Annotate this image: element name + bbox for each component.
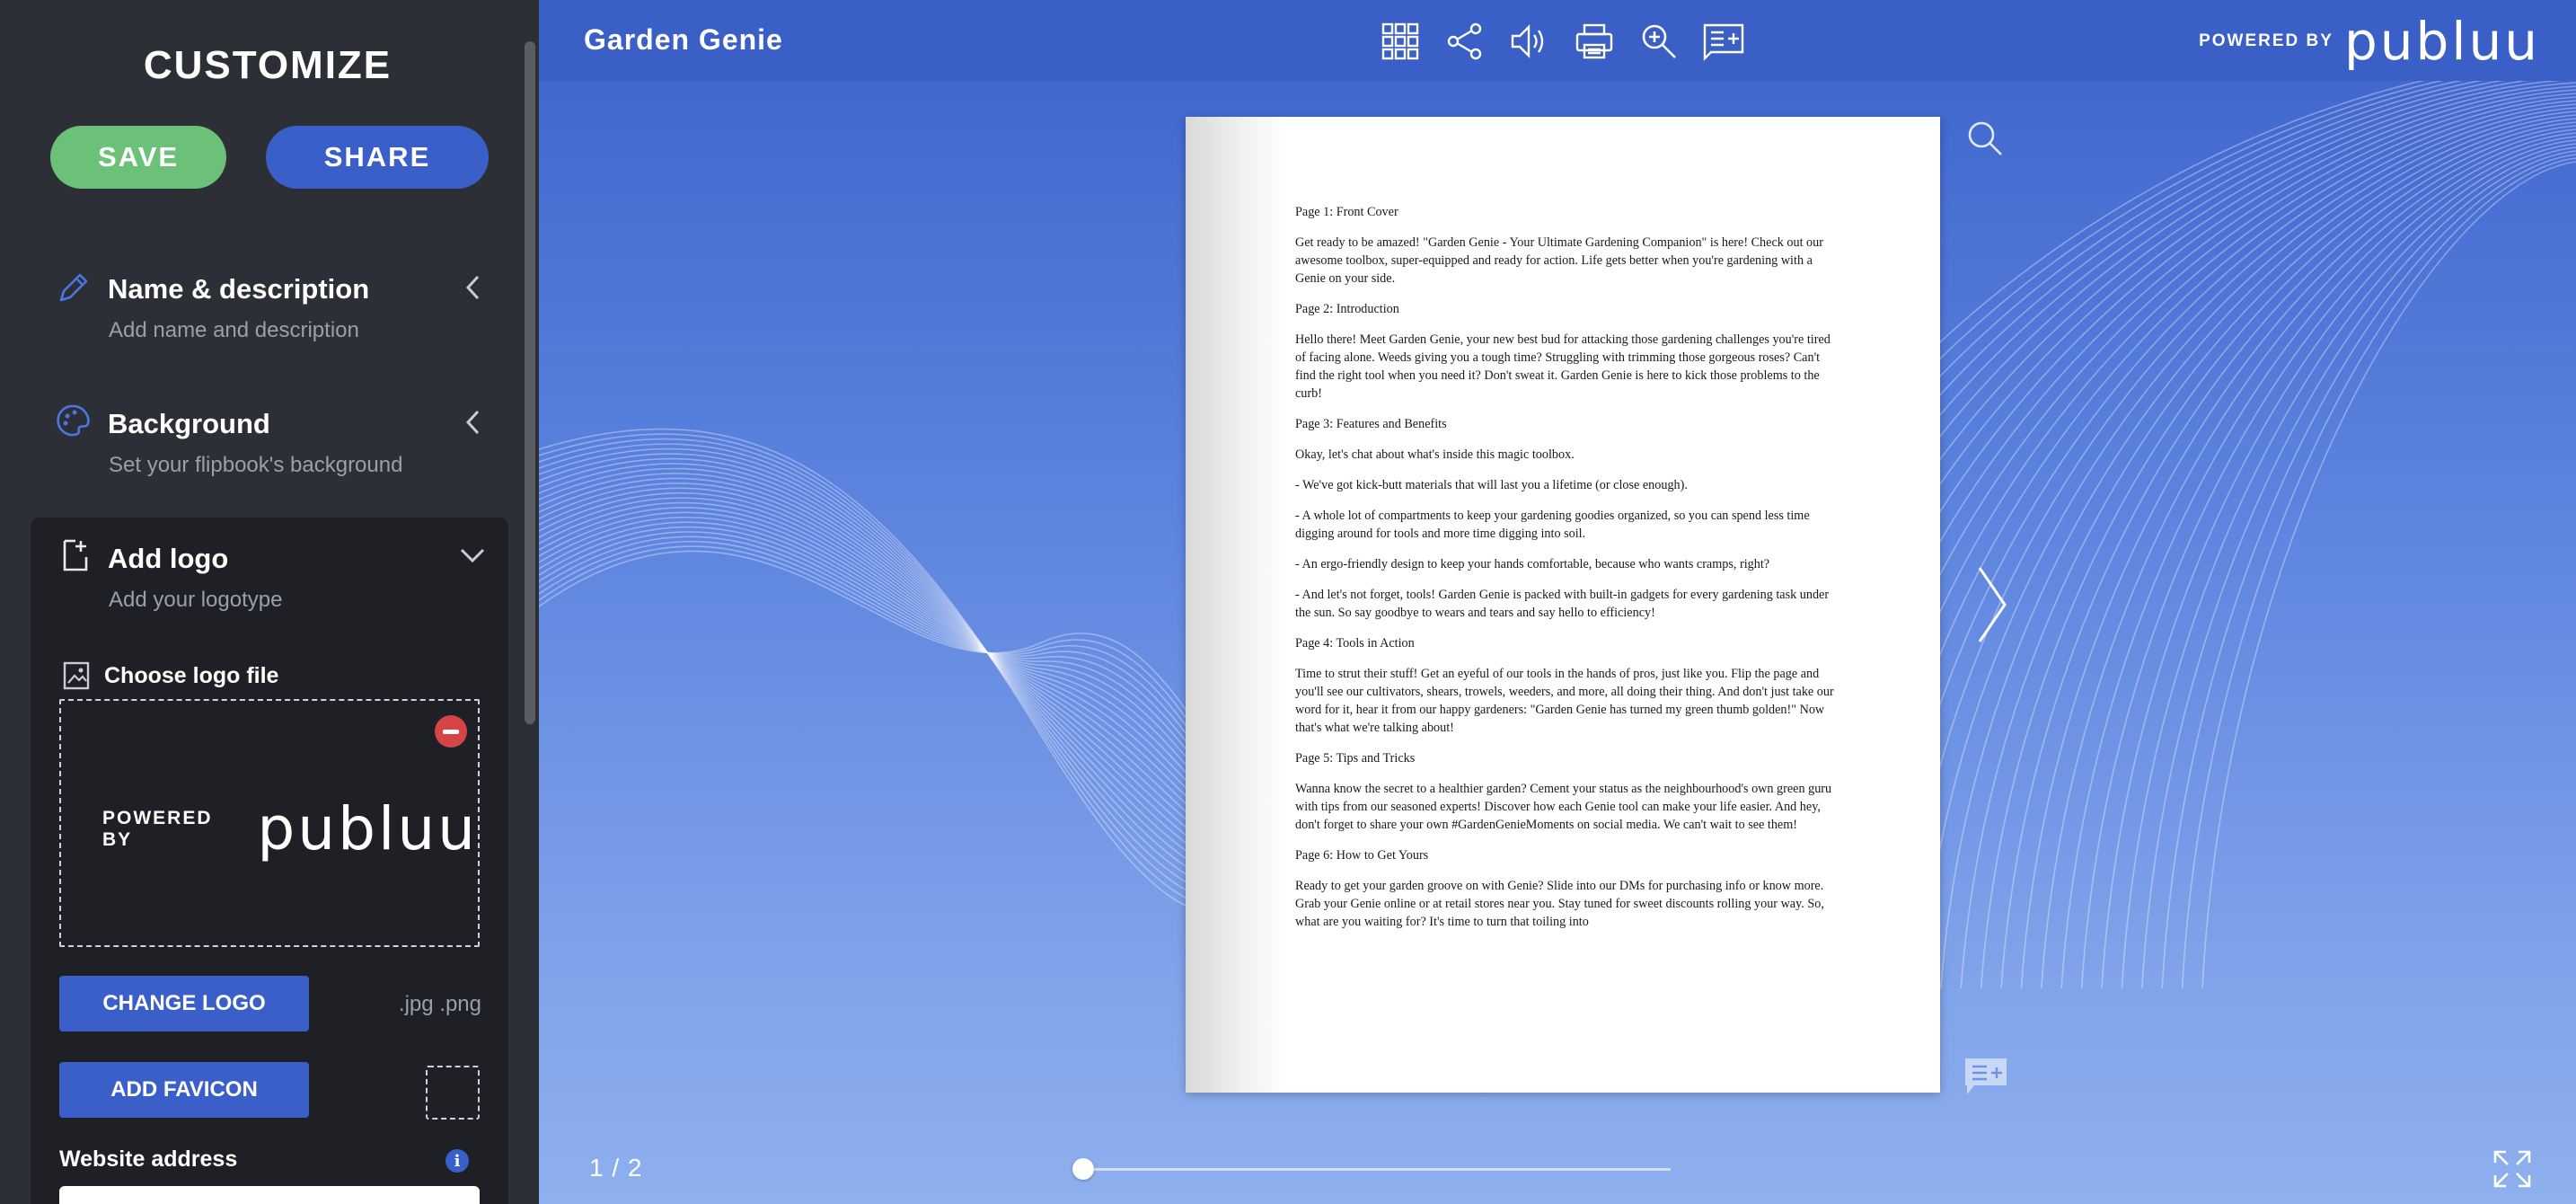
next-page-arrow[interactable]: [1974, 564, 2010, 645]
page-paragraph: Okay, let's chat about what's inside thi…: [1295, 447, 1575, 462]
brand-logo-text: publuu: [2343, 11, 2540, 72]
page-counter: 1 / 2: [589, 1154, 643, 1182]
flipbook-title: Garden Genie: [584, 23, 783, 56]
file-extensions-hint: .jpg .png: [398, 992, 481, 1016]
page-paragraph: Page 1: Front Cover: [1295, 205, 1398, 219]
section-background[interactable]: Background Set your flipbook's backgroun…: [0, 395, 539, 503]
wave-line: [2181, 157, 2576, 989]
share-button[interactable]: SHARE: [266, 126, 489, 189]
sidebar-scrollbar[interactable]: [525, 41, 535, 724]
page-paragraph: - We've got kick-butt materials that wil…: [1295, 478, 1688, 492]
notes-icon[interactable]: [1701, 20, 1746, 63]
page-spine-shadow: [1186, 117, 1284, 1093]
image-file-icon: [63, 661, 90, 690]
chevron-left-icon[interactable]: [462, 273, 483, 302]
section-subtitle: Add your logotype: [109, 588, 283, 612]
powered-by-text: POWERED BY: [2199, 31, 2333, 50]
flipbook-page[interactable]: Page 1: Front Cover Get ready to be amaze…: [1186, 117, 1940, 1093]
page-content: Page 1: Front Cover Get ready to be amaze…: [1295, 203, 1834, 943]
page-paragraph: Page 4: Tools in Action: [1295, 636, 1415, 651]
change-logo-button[interactable]: CHANGE LOGO: [59, 976, 309, 1031]
grid-icon[interactable]: [1378, 20, 1423, 63]
page-paragraph: - An ergo-friendly design to keep your h…: [1295, 557, 1770, 571]
page-paragraph: Hello there! Meet Garden Genie, your new…: [1295, 332, 1831, 401]
choose-logo-label: Choose logo file: [104, 662, 279, 688]
page-paragraph: Get ready to be amazed! "Garden Genie - …: [1295, 235, 1823, 286]
section-name-description[interactable]: Name & description Add name and descript…: [0, 261, 539, 368]
share-icon[interactable]: [1442, 20, 1487, 63]
choose-logo-row[interactable]: Choose logo file: [63, 660, 278, 692]
section-title: Background: [108, 408, 270, 439]
page-slider-thumb[interactable]: [1072, 1158, 1094, 1180]
wave-line: [2121, 146, 2576, 989]
info-icon[interactable]: i: [446, 1149, 469, 1173]
logo-dropzone[interactable]: POWERED BY publuu: [59, 699, 480, 947]
add-logo-panel: Add logo Add your logotype Choose logo f…: [31, 518, 508, 1204]
section-subtitle: Add name and description: [109, 318, 359, 342]
page-paragraph: Page 6: How to Get Yours: [1295, 848, 1429, 863]
favicon-dropzone[interactable]: [426, 1066, 480, 1120]
chevron-left-icon[interactable]: [462, 408, 483, 437]
remove-logo-button[interactable]: [435, 715, 467, 748]
page-paragraph: Page 2: Introduction: [1295, 302, 1399, 316]
flipbook-viewer: Garden Genie POWERED BY publuu Page 1: F…: [539, 0, 2576, 1204]
viewer-toolbar: [1378, 20, 1746, 63]
page-paragraph: Wanna know the secret to a healthier gar…: [1295, 782, 1832, 832]
add-favicon-button[interactable]: ADD FAVICON: [59, 1062, 309, 1118]
powered-by-logo[interactable]: POWERED BY publuu: [2199, 11, 2540, 72]
logo-preview-brand: publuu: [257, 794, 478, 863]
zoom-in-icon[interactable]: [1636, 20, 1681, 63]
minus-icon: [443, 729, 459, 734]
section-title: Add logo: [108, 543, 229, 574]
website-address-input[interactable]: [59, 1186, 480, 1204]
fullscreen-icon[interactable]: [2492, 1148, 2533, 1190]
speaker-icon[interactable]: [1507, 20, 1552, 63]
page-paragraph: Ready to get your garden groove on with …: [1295, 879, 1824, 929]
document-add-icon: [63, 539, 88, 571]
sidebar-title: CUSTOMIZE: [143, 43, 393, 87]
logo-preview: POWERED BY publuu: [102, 794, 478, 863]
palette-icon: [57, 404, 90, 437]
website-address-label: Website address: [59, 1146, 238, 1172]
wave-line: [2161, 154, 2576, 989]
page-paragraph: Page 3: Features and Benefits: [1295, 417, 1447, 431]
logo-preview-small-text: POWERED BY: [102, 807, 213, 850]
page-paragraph: - A whole lot of compartments to keep yo…: [1295, 509, 1810, 541]
add-comment-icon[interactable]: [1963, 1057, 2008, 1096]
chevron-down-icon[interactable]: [458, 544, 487, 566]
page-search-icon[interactable]: [1965, 119, 2005, 158]
page-slider-track[interactable]: [1081, 1168, 1671, 1171]
wave-line: [2201, 161, 2576, 989]
save-button[interactable]: SAVE: [50, 126, 226, 189]
page-paragraph: Page 5: Tips and Tricks: [1295, 751, 1416, 766]
page-paragraph: Time to strut their stuff! Get an eyeful…: [1295, 667, 1834, 735]
section-subtitle: Set your flipbook's background: [109, 453, 403, 477]
pencil-icon: [59, 273, 88, 302]
viewer-topbar: Garden Genie POWERED BY publuu: [539, 0, 2576, 81]
page-paragraph: - And let's not forget, tools! Garden Ge…: [1295, 588, 1830, 620]
print-icon[interactable]: [1572, 20, 1617, 63]
customize-sidebar: CUSTOMIZE SAVE SHARE Name & description …: [0, 0, 539, 1204]
section-title: Name & description: [108, 273, 370, 305]
